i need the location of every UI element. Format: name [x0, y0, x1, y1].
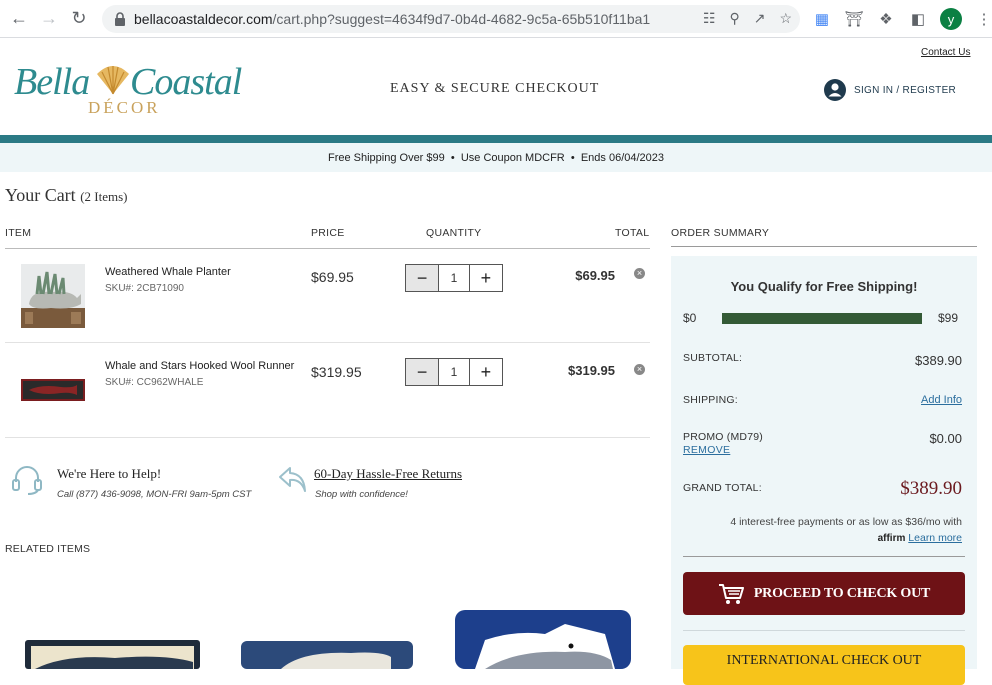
cart-item-total: $69.95: [575, 268, 615, 283]
translate-icon[interactable]: ☷: [703, 10, 716, 27]
column-header-quantity: QUANTITY: [426, 227, 482, 239]
column-header-price: PRICE: [311, 227, 345, 239]
column-header-total: TOTAL: [615, 227, 650, 239]
cart-header-rule: [5, 248, 650, 249]
international-checkout-label: INTERNATIONAL CHECK OUT: [726, 653, 922, 668]
cart-row-divider: [5, 437, 650, 438]
shield-extension-icon[interactable]: ⛩: [844, 9, 864, 29]
cart-item-name[interactable]: Whale and Stars Hooked Wool Runner: [105, 360, 294, 372]
summary-divider: [683, 630, 965, 631]
free-shipping-message: You Qualify for Free Shipping!: [730, 279, 918, 294]
logo-word-decor: DÉCOR: [88, 98, 161, 117]
page-title: EASY & SECURE CHECKOUT: [390, 81, 600, 96]
url-text: bellacoastaldecor.com/cart.php?suggest=4…: [134, 11, 651, 27]
grand-total-value: $389.90: [900, 478, 962, 499]
cart-item-price: $69.95: [311, 269, 354, 285]
affirm-learn-more-link[interactable]: Learn more: [908, 532, 962, 544]
related-item-image[interactable]: [455, 610, 631, 669]
address-bar[interactable]: bellacoastaldecor.com/cart.php?suggest=4…: [102, 5, 800, 33]
shopping-cart-icon: [718, 583, 744, 604]
help-heading: We're Here to Help!: [57, 466, 162, 481]
related-items-heading: RELATED ITEMS: [5, 543, 91, 555]
cart-row-divider: [5, 342, 650, 343]
cart-title: Your Cart (2 Items): [5, 185, 128, 205]
international-checkout-button[interactable]: INTERNATIONAL CHECK OUT: [683, 645, 965, 685]
contact-us-link[interactable]: Contact Us: [921, 47, 970, 58]
affirm-logo: affirm: [877, 533, 906, 544]
google-translate-extension-icon[interactable]: ▦: [812, 9, 832, 29]
remove-item-icon[interactable]: ×: [634, 364, 645, 375]
column-header-item: ITEM: [5, 227, 32, 239]
zoom-icon[interactable]: ⚲: [729, 10, 739, 27]
quantity-increase-button[interactable]: +: [469, 265, 502, 291]
quantity-decrease-button[interactable]: −: [406, 265, 439, 291]
reload-icon[interactable]: ↻: [68, 8, 90, 30]
promo-banner: Free Shipping Over $99 • Use Coupon MDCF…: [0, 143, 992, 172]
lock-icon: [115, 12, 125, 26]
quantity-stepper: − 1 +: [405, 264, 503, 292]
headset-icon: [12, 466, 42, 495]
extensions-puzzle-icon[interactable]: ❖: [876, 9, 896, 29]
order-summary-panel: You Qualify for Free Shipping! $0 $99 SU…: [671, 256, 977, 685]
affirm-financing-text: 4 interest-free payments or as low as $3…: [730, 516, 962, 528]
related-item-image[interactable]: [241, 641, 413, 669]
profile-avatar[interactable]: y: [940, 8, 962, 30]
promo-remove-link[interactable]: REMOVE: [683, 444, 730, 456]
return-arrow-icon: [279, 467, 306, 492]
bookmark-star-icon[interactable]: ☆: [779, 10, 792, 27]
forward-arrow-icon[interactable]: →: [38, 8, 60, 30]
free-shipping-progress-bar: [722, 313, 922, 324]
proceed-to-checkout-label: PROCEED TO CHECK OUT: [753, 585, 931, 601]
product-thumbnail-whale-runner[interactable]: [21, 379, 85, 401]
cart-item-name[interactable]: Weathered Whale Planter: [105, 266, 231, 278]
affirm-learn-more: affirm Learn more: [878, 532, 962, 544]
user-account-icon: [824, 79, 846, 101]
related-item-image[interactable]: [25, 640, 200, 669]
quantity-stepper: − 1 +: [405, 358, 503, 386]
subtotal-value: $389.90: [915, 353, 962, 368]
header-divider: [0, 135, 992, 143]
side-panel-icon[interactable]: ◧: [908, 9, 928, 29]
promo-label: PROMO (MD79): [683, 431, 763, 443]
progress-min-label: $0: [683, 311, 697, 325]
proceed-to-checkout-button[interactable]: PROCEED TO CHECK OUT: [683, 572, 965, 615]
share-icon[interactable]: ↗: [754, 10, 766, 27]
quantity-input[interactable]: 1: [438, 359, 470, 385]
subtotal-label: SUBTOTAL:: [683, 352, 743, 364]
product-thumbnail-whale-planter[interactable]: [21, 264, 85, 328]
remove-item-icon[interactable]: ×: [634, 268, 645, 279]
grand-total-label: GRAND TOTAL:: [683, 482, 762, 494]
cart-item-price: $319.95: [311, 364, 362, 380]
browser-toolbar: ← → ↻ bellacoastaldecor.com/cart.php?sug…: [0, 0, 992, 38]
help-phone-hours: Call (877) 436-9098, MON-FRI 9am-5pm CST: [57, 489, 252, 500]
returns-link[interactable]: 60-Day Hassle-Free Returns: [314, 466, 462, 482]
cart-item-total: $319.95: [568, 363, 615, 378]
quantity-input[interactable]: 1: [438, 265, 470, 291]
kebab-menu-icon[interactable]: ⋮: [974, 9, 992, 29]
summary-divider: [683, 556, 965, 557]
quantity-decrease-button[interactable]: −: [406, 359, 439, 385]
sign-in-register-link[interactable]: SIGN IN / REGISTER: [824, 79, 956, 101]
shipping-label: SHIPPING:: [683, 394, 738, 406]
order-summary-rule: [671, 246, 977, 247]
cart-item-sku: SKU#: 2CB71090: [105, 283, 184, 294]
cart-count: (2 Items): [80, 189, 128, 204]
progress-max-label: $99: [938, 311, 959, 325]
shipping-add-info-link[interactable]: Add Info: [921, 394, 962, 406]
promo-value: $0.00: [929, 431, 962, 446]
order-summary-heading: ORDER SUMMARY: [671, 227, 770, 239]
site-logo[interactable]: Bella Coastal DÉCOR: [14, 60, 242, 120]
back-arrow-icon[interactable]: ←: [8, 8, 30, 30]
sign-in-label: SIGN IN / REGISTER: [854, 84, 957, 96]
quantity-increase-button[interactable]: +: [469, 359, 502, 385]
returns-subtext: Shop with confidence!: [315, 489, 408, 500]
cart-item-sku: SKU#: CC962WHALE: [105, 377, 204, 388]
logo-word-bella: Bella: [14, 61, 90, 103]
seashell-icon: [97, 66, 129, 95]
